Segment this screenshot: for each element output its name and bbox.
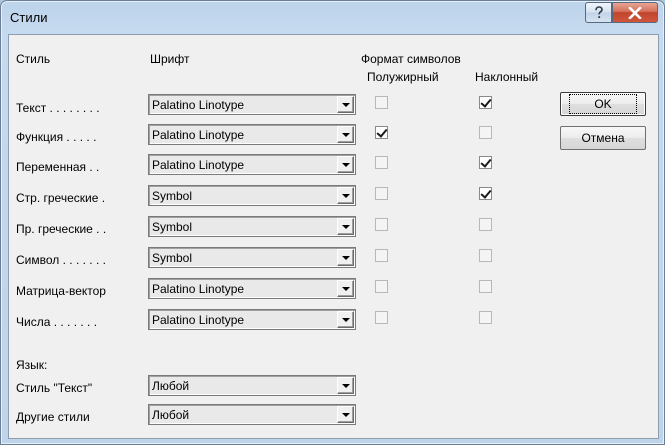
- cancel-button-label: Отмена: [581, 131, 625, 145]
- column-header-italic: Наклонный: [475, 70, 539, 84]
- text-style-language-select[interactable]: Любой: [148, 375, 356, 396]
- font-select[interactable]: Palatino Linotype: [148, 309, 356, 330]
- chevron-down-icon[interactable]: [337, 377, 354, 394]
- chevron-down-icon[interactable]: [337, 156, 354, 173]
- style-label: Переменная . .: [16, 160, 100, 174]
- other-styles-language-value: Любой: [152, 408, 190, 422]
- font-select[interactable]: Symbol: [148, 185, 356, 206]
- font-select[interactable]: Symbol: [148, 216, 356, 237]
- italic-checkbox[interactable]: [479, 311, 492, 324]
- style-label: Функция . . . . .: [16, 130, 97, 144]
- text-style-language-value: Любой: [152, 379, 190, 393]
- question-mark-icon: [594, 5, 603, 18]
- cancel-button[interactable]: Отмена: [560, 126, 646, 150]
- italic-checkbox[interactable]: [479, 156, 492, 169]
- style-label: Стр. греческие .: [16, 191, 106, 205]
- style-label: Текст . . . . . . . .: [16, 101, 100, 115]
- close-x-icon: [628, 6, 642, 19]
- chevron-down-icon[interactable]: [337, 218, 354, 235]
- bold-checkbox[interactable]: [375, 280, 388, 293]
- bold-checkbox[interactable]: [375, 156, 388, 169]
- font-select-value: Palatino Linotype: [152, 282, 245, 296]
- font-select-value: Palatino Linotype: [152, 313, 245, 327]
- italic-checkbox[interactable]: [479, 218, 492, 231]
- chevron-down-icon[interactable]: [337, 311, 354, 328]
- language-title: Язык:: [16, 358, 48, 372]
- window-title: Стили: [10, 10, 48, 25]
- other-styles-language-label: Другие стили: [16, 410, 90, 424]
- other-styles-language-select[interactable]: Любой: [148, 404, 356, 425]
- italic-checkbox[interactable]: [479, 126, 492, 139]
- ok-button[interactable]: OK: [560, 92, 646, 116]
- column-header-bold: Полужирный: [367, 70, 439, 84]
- style-label: Матрица-вектор: [16, 284, 106, 298]
- font-select[interactable]: Palatino Linotype: [148, 94, 356, 115]
- group-header-format: Формат символов: [361, 52, 461, 66]
- chevron-down-icon[interactable]: [337, 249, 354, 266]
- title-bar[interactable]: Стили: [1, 1, 664, 35]
- bold-checkbox[interactable]: [375, 218, 388, 231]
- chevron-down-icon[interactable]: [337, 96, 354, 113]
- chevron-down-icon[interactable]: [337, 187, 354, 204]
- column-header-font: Шрифт: [150, 52, 190, 66]
- italic-checkbox[interactable]: [479, 96, 492, 109]
- bold-checkbox[interactable]: [375, 249, 388, 262]
- close-button[interactable]: [612, 2, 658, 23]
- font-select[interactable]: Symbol: [148, 247, 356, 268]
- chevron-down-icon[interactable]: [337, 406, 354, 423]
- bold-checkbox[interactable]: [375, 311, 388, 324]
- styles-dialog: Стили Стиль Шрифт Формат символов Полужи…: [0, 0, 665, 445]
- bold-checkbox[interactable]: [375, 96, 388, 109]
- italic-checkbox[interactable]: [479, 187, 492, 200]
- style-label: Числа . . . . . . .: [16, 315, 98, 329]
- font-select-value: Symbol: [152, 189, 193, 203]
- font-select-value: Symbol: [152, 220, 193, 234]
- style-label: Пр. греческие . .: [16, 222, 107, 236]
- column-header-style: Стиль: [16, 52, 51, 66]
- font-select[interactable]: Palatino Linotype: [148, 124, 356, 145]
- font-select-value: Palatino Linotype: [152, 98, 245, 112]
- italic-checkbox[interactable]: [479, 249, 492, 262]
- bold-checkbox[interactable]: [375, 126, 388, 139]
- chevron-down-icon[interactable]: [337, 280, 354, 297]
- font-select-value: Symbol: [152, 251, 193, 265]
- ok-button-label: OK: [569, 94, 637, 114]
- dialog-client-area: Стиль Шрифт Формат символов Полужирный Н…: [8, 34, 659, 439]
- font-select-value: Palatino Linotype: [152, 128, 245, 142]
- chevron-down-icon[interactable]: [337, 126, 354, 143]
- style-label: Символ . . . . . . .: [16, 253, 106, 267]
- font-select[interactable]: Palatino Linotype: [148, 278, 356, 299]
- help-button[interactable]: [585, 2, 612, 23]
- font-select-value: Palatino Linotype: [152, 158, 245, 172]
- italic-checkbox[interactable]: [479, 280, 492, 293]
- bold-checkbox[interactable]: [375, 187, 388, 200]
- font-select[interactable]: Palatino Linotype: [148, 154, 356, 175]
- text-style-language-label: Стиль "Текст": [16, 381, 93, 395]
